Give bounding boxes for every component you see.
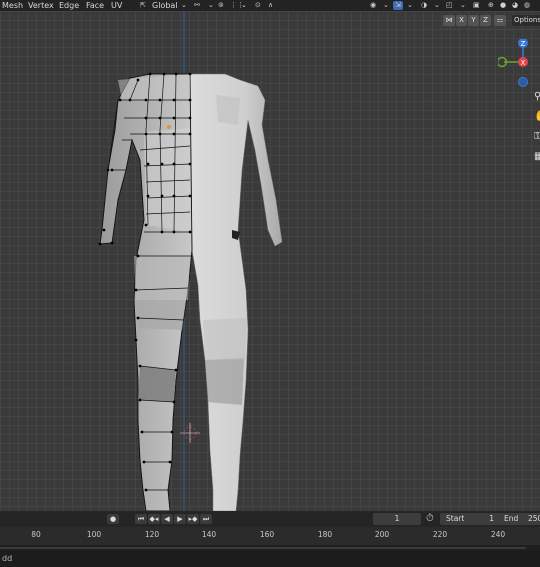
start-value: 1 bbox=[489, 514, 494, 523]
ruler-tick: 80 bbox=[31, 530, 41, 539]
ruler-tick: 240 bbox=[490, 530, 506, 539]
snap-icon[interactable]: ⊚ bbox=[218, 1, 224, 10]
svg-text:Z: Z bbox=[521, 40, 526, 48]
chevron-down-icon[interactable]: ⌄ bbox=[460, 1, 466, 10]
pivot-point-icon[interactable]: ⚯ bbox=[194, 1, 200, 10]
3d-cursor-icon bbox=[180, 423, 200, 443]
timeline-header: ● ⏮ ◆◂ ◀ ▶ ▸◆ ⏭ 1 ⏱ Start 1 End 250 bbox=[0, 511, 540, 527]
options-dropdown[interactable]: Options bbox=[512, 15, 540, 26]
overlays-icon[interactable]: ◑ bbox=[421, 1, 427, 10]
wireframe-shading-icon[interactable]: ⊕ bbox=[488, 1, 494, 10]
3d-viewport[interactable]: ⋈ X Y Z ⚏ Options Z X ⚲ ✋ ⚿ ▦ bbox=[0, 11, 540, 511]
status-text: dd bbox=[2, 554, 13, 563]
auto-merge-icon[interactable]: ⚏ bbox=[494, 15, 506, 26]
chevron-down-icon[interactable]: ⌄ bbox=[181, 1, 187, 10]
material-shading-icon[interactable]: ◕ bbox=[512, 1, 518, 10]
visibility-icon[interactable]: ◉ bbox=[370, 1, 376, 10]
mesh-edit-overlay-icon[interactable]: ◰ bbox=[446, 1, 453, 10]
chevron-down-icon[interactable]: ⌄ bbox=[434, 1, 440, 10]
svg-text:X: X bbox=[521, 59, 526, 67]
camera-icon[interactable]: ⚿ bbox=[534, 131, 540, 142]
mirror-x-toggle[interactable]: X bbox=[456, 15, 467, 26]
object-origin-icon bbox=[167, 125, 171, 129]
mesh-figure[interactable] bbox=[0, 11, 540, 511]
ruler-tick: 140 bbox=[201, 530, 217, 539]
status-bar: dd bbox=[0, 551, 540, 567]
gizmo-neg-z-axis bbox=[518, 77, 528, 87]
gizmo-toggle-icon[interactable]: ⇲ bbox=[393, 1, 403, 10]
chevron-down-icon[interactable]: ⌄ bbox=[241, 1, 247, 10]
ruler-tick: 120 bbox=[144, 530, 160, 539]
ruler-tick: 100 bbox=[86, 530, 102, 539]
falloff-icon[interactable]: ∧ bbox=[268, 1, 273, 10]
navigation-gizmo[interactable]: Z X bbox=[498, 39, 540, 89]
proportional-edit-icon[interactable]: ⊙ bbox=[255, 1, 261, 10]
menu-face[interactable]: Face bbox=[86, 0, 104, 11]
start-frame-field[interactable]: Start 1 bbox=[440, 513, 500, 525]
current-frame-field[interactable]: 1 bbox=[373, 513, 421, 525]
ruler-tick: 200 bbox=[374, 530, 390, 539]
menu-uv[interactable]: UV bbox=[111, 0, 122, 11]
jump-start-icon[interactable]: ⏮ bbox=[135, 514, 147, 524]
zoom-icon[interactable]: ⚲ bbox=[534, 91, 540, 102]
transform-orientation-dropdown[interactable]: Global bbox=[152, 0, 178, 11]
menu-edge[interactable]: Edge bbox=[59, 0, 79, 11]
mirror-y-toggle[interactable]: Y bbox=[468, 15, 479, 26]
ruler-tick: 160 bbox=[259, 530, 275, 539]
stopwatch-icon[interactable]: ⏱ bbox=[426, 513, 434, 524]
pan-hand-icon[interactable]: ✋ bbox=[534, 111, 540, 122]
chevron-down-icon[interactable]: ⌄ bbox=[208, 1, 214, 10]
prev-keyframe-icon[interactable]: ◆◂ bbox=[148, 514, 160, 524]
transform-orientation-icon[interactable]: ⇱ bbox=[140, 1, 146, 10]
xray-icon[interactable]: ▣ bbox=[473, 1, 480, 10]
end-label: End bbox=[504, 514, 519, 523]
jump-end-icon[interactable]: ⏭ bbox=[200, 514, 212, 524]
play-reverse-icon[interactable]: ◀ bbox=[161, 514, 173, 524]
mirror-icon[interactable]: ⋈ bbox=[443, 15, 455, 26]
rendered-shading-icon[interactable]: ◍ bbox=[524, 1, 530, 10]
menu-mesh[interactable]: Mesh bbox=[2, 0, 23, 11]
mirror-z-toggle[interactable]: Z bbox=[480, 15, 491, 26]
grid-view-icon[interactable]: ▦ bbox=[534, 151, 540, 162]
chevron-down-icon[interactable]: ⌄ bbox=[407, 1, 413, 10]
play-icon[interactable]: ▶ bbox=[174, 514, 186, 524]
chevron-down-icon[interactable]: ⌄ bbox=[383, 1, 389, 10]
mirrored-half-mesh bbox=[189, 73, 283, 511]
ruler-tick: 180 bbox=[317, 530, 333, 539]
end-frame-field[interactable]: End 250 bbox=[498, 513, 540, 525]
ruler-tick: 220 bbox=[432, 530, 448, 539]
editor-header: Mesh Vertex Edge Face UV ⇱ Global ⌄ ⚯ ⌄ … bbox=[0, 0, 540, 11]
next-keyframe-icon[interactable]: ▸◆ bbox=[187, 514, 199, 524]
frame-ruler[interactable]: 80 100 120 140 160 180 200 220 240 bbox=[0, 527, 540, 545]
menu-vertex[interactable]: Vertex bbox=[28, 0, 54, 11]
end-value: 250 bbox=[528, 514, 540, 523]
start-label: Start bbox=[446, 514, 465, 523]
record-icon[interactable]: ● bbox=[107, 514, 119, 524]
solid-shading-icon[interactable]: ● bbox=[500, 1, 506, 10]
